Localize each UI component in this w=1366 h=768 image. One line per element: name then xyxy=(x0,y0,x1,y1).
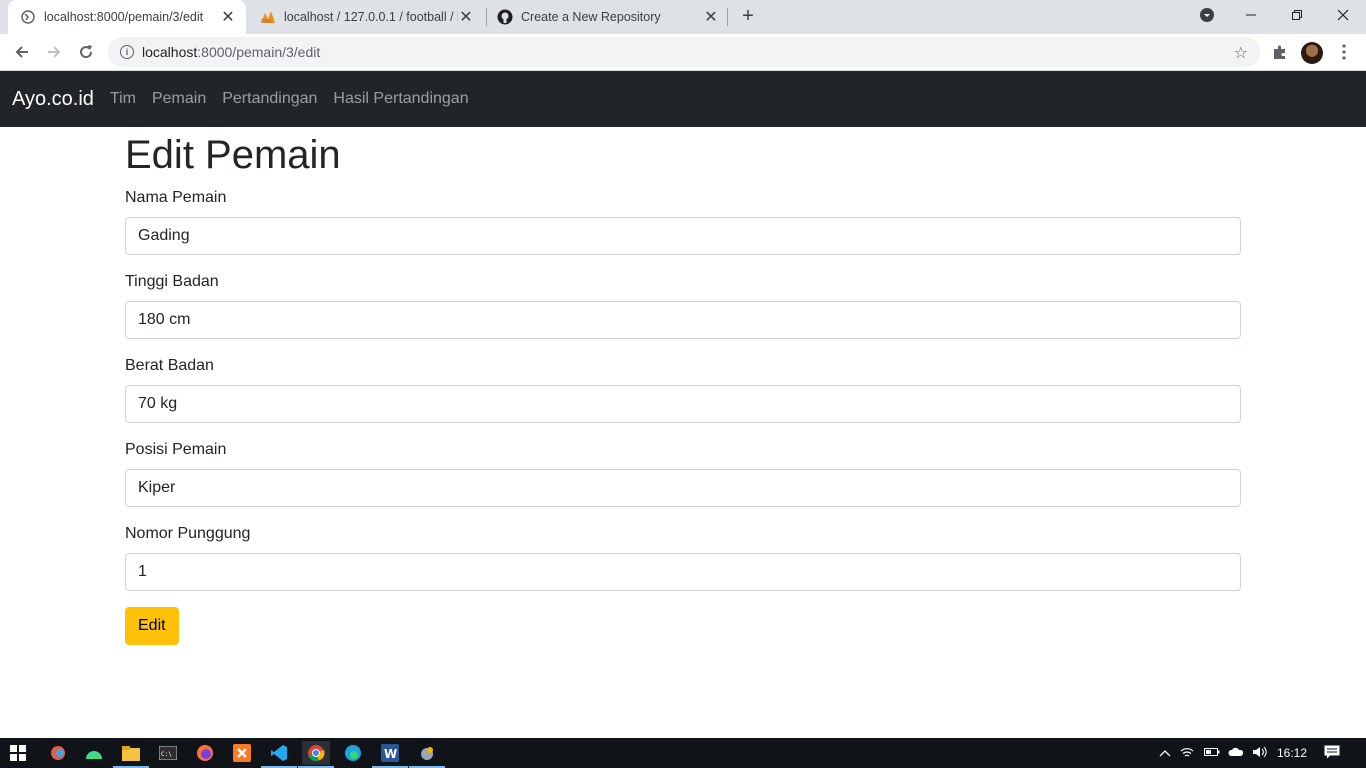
tab-divider xyxy=(727,8,728,26)
volume-icon[interactable] xyxy=(1248,746,1272,761)
field-label: Berat Badan xyxy=(125,357,214,374)
tinggi-badan-input[interactable] xyxy=(125,301,1241,339)
arrow-left-icon xyxy=(15,46,28,58)
chevron-up-icon[interactable] xyxy=(1156,746,1174,760)
tab-phpmyadmin[interactable]: PMA localhost / 127.0.0.1 / football / h… xyxy=(258,0,480,34)
form-group-nomor: Nomor Punggung xyxy=(125,523,1241,591)
nav-link-tim[interactable]: Tim xyxy=(110,90,136,108)
info-icon[interactable]: i xyxy=(120,45,134,59)
clock[interactable]: 16:12 xyxy=(1272,746,1312,760)
main-content: Edit Pemain Nama Pemain Tinggi Badan Ber… xyxy=(125,127,1241,645)
system-tray: 16:12 xyxy=(1156,738,1352,768)
puzzle-icon xyxy=(1274,45,1285,59)
window-close-button[interactable] xyxy=(1320,0,1366,30)
close-icon[interactable]: ✕ xyxy=(220,9,236,26)
field-label: Tinggi Badan xyxy=(125,273,219,290)
nav-link-pemain[interactable]: Pemain xyxy=(152,90,206,108)
minimize-button[interactable] xyxy=(1228,0,1274,30)
form-group-berat: Berat Badan xyxy=(125,355,1241,423)
brand-link[interactable]: Ayo.co.id xyxy=(12,88,94,111)
nomor-punggung-input[interactable] xyxy=(125,553,1241,591)
berat-badan-input[interactable] xyxy=(125,385,1241,423)
address-bar[interactable]: i localhost:8000/pemain/3/edit ☆ xyxy=(108,37,1260,67)
field-label: Nama Pemain xyxy=(125,189,227,206)
vscode-icon[interactable] xyxy=(261,741,297,768)
tab-active[interactable]: localhost:8000/pemain/3/edit ✕ xyxy=(8,0,246,34)
edit-submit-button[interactable]: Edit xyxy=(125,607,179,645)
svg-text:C:\: C:\ xyxy=(161,751,172,758)
tab-search-button[interactable] xyxy=(1184,0,1230,30)
windows-taskbar: C:\ W 16:12 xyxy=(0,738,1366,768)
form-group-posisi: Posisi Pemain xyxy=(125,439,1241,507)
url-text: localhost:8000/pemain/3/edit xyxy=(142,44,321,60)
terminal-icon[interactable]: C:\ xyxy=(156,741,180,765)
globe-icon xyxy=(20,9,36,25)
svg-text:PMA: PMA xyxy=(261,19,272,24)
nav-link-pertandingan[interactable]: Pertandingan xyxy=(222,90,317,108)
browser-toolbar: i localhost:8000/pemain/3/edit ☆ xyxy=(0,34,1366,71)
windows-start-icon[interactable] xyxy=(6,741,30,765)
forward-button[interactable] xyxy=(40,38,68,66)
edge-icon[interactable] xyxy=(341,741,365,765)
field-label: Posisi Pemain xyxy=(125,441,227,458)
phpmyadmin-icon: PMA xyxy=(260,9,276,25)
tab-divider xyxy=(486,8,487,26)
form-group-nama: Nama Pemain xyxy=(125,187,1241,255)
chrome-icon[interactable] xyxy=(298,741,334,768)
cloud-icon[interactable] xyxy=(1224,746,1248,760)
menu-button[interactable] xyxy=(1330,38,1358,66)
word-icon[interactable]: W xyxy=(372,741,408,768)
reload-icon xyxy=(80,45,93,59)
wifi-icon[interactable] xyxy=(1174,746,1200,761)
tab-title: localhost:8000/pemain/3/edit xyxy=(44,10,204,24)
app-icon-1[interactable] xyxy=(46,741,70,765)
close-icon[interactable]: ✕ xyxy=(458,9,474,26)
kebab-menu-icon xyxy=(1342,44,1346,60)
field-label: Nomor Punggung xyxy=(125,525,251,542)
android-icon[interactable] xyxy=(82,741,106,765)
file-explorer-icon[interactable] xyxy=(113,741,149,768)
browser-tab-strip: localhost:8000/pemain/3/edit ✕ PMA local… xyxy=(0,0,1366,34)
new-tab-button[interactable]: + xyxy=(737,5,759,27)
xampp-icon[interactable] xyxy=(230,741,254,765)
nama-pemain-input[interactable] xyxy=(125,217,1241,255)
arrow-right-icon xyxy=(48,46,61,58)
svg-text:W: W xyxy=(384,747,397,761)
battery-icon[interactable] xyxy=(1200,746,1224,760)
notification-icon[interactable] xyxy=(1312,745,1352,762)
tab-title: Create a New Repository xyxy=(521,10,661,24)
page-title: Edit Pemain xyxy=(125,133,341,177)
tab-github[interactable]: Create a New Repository ✕ xyxy=(497,0,725,34)
firefox-icon[interactable] xyxy=(193,741,217,765)
extensions-button[interactable] xyxy=(1266,38,1294,66)
chevron-down-icon xyxy=(1200,8,1214,22)
profile-avatar[interactable] xyxy=(1301,42,1323,64)
posisi-pemain-input[interactable] xyxy=(125,469,1241,507)
back-button[interactable] xyxy=(8,38,36,66)
star-icon[interactable]: ☆ xyxy=(1234,43,1248,63)
restore-button[interactable] xyxy=(1274,0,1320,30)
reload-button[interactable] xyxy=(72,38,100,66)
app-icon-2[interactable] xyxy=(409,741,445,768)
tab-title: localhost / 127.0.0.1 / football / h xyxy=(284,10,458,24)
site-navbar: Ayo.co.id Tim Pemain Pertandingan Hasil … xyxy=(0,71,1366,127)
github-icon xyxy=(497,9,513,25)
nav-link-hasil-pertandingan[interactable]: Hasil Pertandingan xyxy=(333,90,468,108)
form-group-tinggi: Tinggi Badan xyxy=(125,271,1241,339)
close-icon[interactable]: ✕ xyxy=(703,9,719,26)
